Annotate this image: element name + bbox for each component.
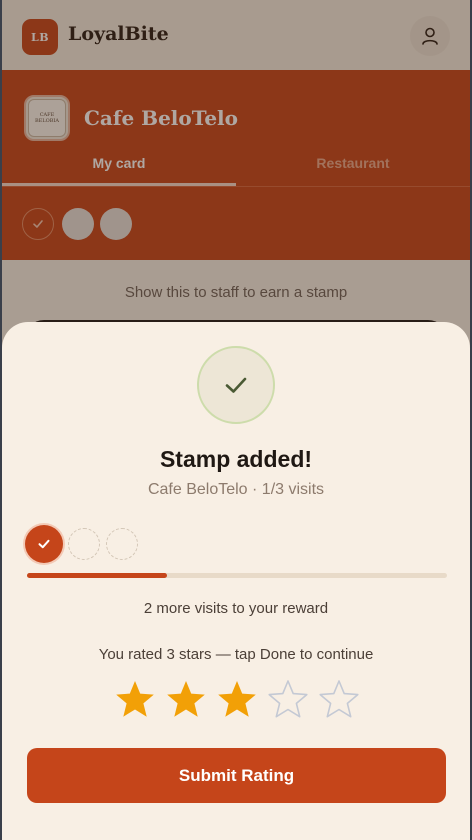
star-rating bbox=[113, 678, 363, 726]
visits-remaining: 2 more visits to your reward bbox=[143, 600, 329, 617]
sheet-subtitle: Cafe BeloTelo · 1/3 visits bbox=[147, 481, 325, 498]
app-root: LB LoyalBite CAFE BELOBIA Cafe BeloTelo … bbox=[2, 0, 470, 840]
star-filled-icon[interactable] bbox=[164, 678, 208, 722]
star-empty-icon[interactable] bbox=[317, 678, 361, 722]
stamp-empty bbox=[106, 528, 138, 560]
rating-message: You rated 3 stars — tap Done to continue bbox=[98, 646, 374, 663]
progress-fill bbox=[27, 573, 167, 578]
stamp-empty bbox=[68, 528, 100, 560]
sheet-title: Stamp added! bbox=[159, 446, 313, 472]
stamp-added-sheet: Stamp added! Cafe BeloTelo · 1/3 visits … bbox=[2, 322, 470, 840]
star-empty-icon[interactable] bbox=[266, 678, 310, 722]
stamp-filled bbox=[25, 525, 63, 563]
check-icon bbox=[38, 539, 50, 549]
progress-bar bbox=[27, 573, 447, 578]
submit-rating-button[interactable]: Submit Rating bbox=[27, 748, 446, 803]
check-icon bbox=[225, 377, 247, 393]
star-filled-icon[interactable] bbox=[215, 678, 259, 722]
success-badge bbox=[197, 346, 275, 424]
star-filled-icon[interactable] bbox=[113, 678, 157, 722]
